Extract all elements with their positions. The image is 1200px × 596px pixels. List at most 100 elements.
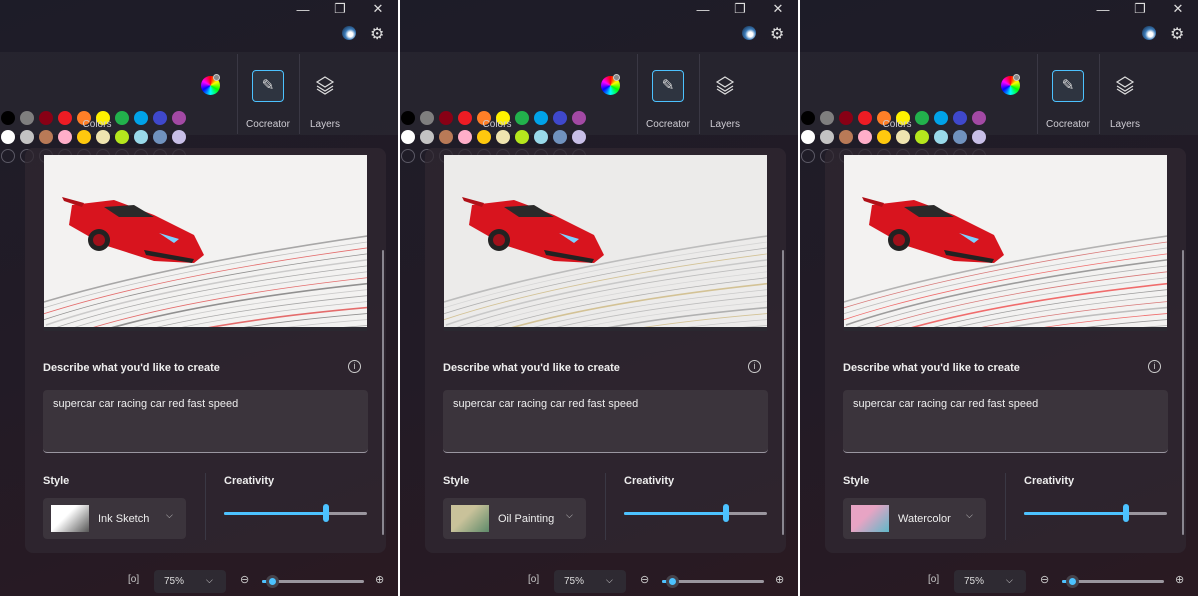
color-swatch[interactable] [115, 130, 129, 144]
color-swatch[interactable] [439, 111, 453, 125]
color-swatch[interactable] [58, 111, 72, 125]
color-swatch[interactable] [172, 111, 186, 125]
color-swatch[interactable] [515, 111, 529, 125]
pane-scrollbar[interactable] [782, 250, 784, 535]
zoom-out-icon[interactable]: ⊖ [1040, 573, 1049, 586]
zoom-in-icon[interactable]: ⊕ [775, 573, 784, 586]
color-swatch[interactable] [801, 130, 815, 144]
custom-color-slot[interactable] [801, 149, 815, 163]
close-button[interactable]: ✕ [768, 1, 788, 17]
color-swatch[interactable] [39, 111, 53, 125]
color-swatch[interactable] [534, 130, 548, 144]
fit-to-window-icon[interactable]: [o] [528, 574, 539, 585]
zoom-out-icon[interactable]: ⊖ [640, 573, 649, 586]
color-swatch[interactable] [858, 130, 872, 144]
account-avatar-icon[interactable] [342, 26, 356, 40]
color-swatch[interactable] [896, 130, 910, 144]
color-swatch[interactable] [1, 130, 15, 144]
zoom-in-icon[interactable]: ⊕ [1175, 573, 1184, 586]
color-swatch[interactable] [858, 111, 872, 125]
color-swatch[interactable] [401, 130, 415, 144]
generated-image[interactable] [444, 155, 767, 331]
pane-scrollbar[interactable] [1182, 250, 1184, 535]
color-swatch[interactable] [877, 130, 891, 144]
restore-button[interactable]: ❐ [730, 1, 750, 17]
info-icon[interactable]: i [748, 360, 761, 373]
color-swatch[interactable] [420, 111, 434, 125]
color-swatch[interactable] [496, 130, 510, 144]
settings-gear-icon[interactable]: ⚙ [770, 24, 784, 44]
restore-button[interactable]: ❐ [330, 1, 350, 17]
color-swatch[interactable] [115, 111, 129, 125]
style-dropdown[interactable]: Oil Painting ⌵ [443, 498, 586, 539]
color-swatch[interactable] [820, 111, 834, 125]
zoom-out-icon[interactable]: ⊖ [240, 573, 249, 586]
color-swatch[interactable] [534, 111, 548, 125]
layers-icon[interactable] [315, 75, 335, 95]
generated-image[interactable] [844, 155, 1167, 331]
color-swatch[interactable] [20, 111, 34, 125]
color-swatch[interactable] [77, 130, 91, 144]
color-swatch[interactable] [401, 111, 415, 125]
color-swatch[interactable] [477, 130, 491, 144]
cocreator-button[interactable]: ✎ [1052, 70, 1084, 102]
color-swatch[interactable] [420, 130, 434, 144]
style-dropdown[interactable]: Watercolor ⌵ [843, 498, 986, 539]
account-avatar-icon[interactable] [742, 26, 756, 40]
minimize-button[interactable]: — [1093, 2, 1113, 18]
color-swatch[interactable] [458, 130, 472, 144]
layers-label[interactable]: Layers [310, 119, 340, 130]
color-swatch[interactable] [134, 130, 148, 144]
color-swatch[interactable] [153, 130, 167, 144]
settings-gear-icon[interactable]: ⚙ [370, 24, 384, 44]
account-avatar-icon[interactable] [1142, 26, 1156, 40]
restore-button[interactable]: ❐ [1130, 1, 1150, 17]
zoom-dropdown[interactable]: 75% ⌵ [554, 570, 626, 593]
color-swatch[interactable] [953, 111, 967, 125]
style-dropdown[interactable]: Ink Sketch ⌵ [43, 498, 186, 539]
color-swatch[interactable] [134, 111, 148, 125]
close-button[interactable]: ✕ [368, 1, 388, 17]
zoom-dropdown[interactable]: 75% ⌵ [954, 570, 1026, 593]
color-swatch[interactable] [820, 130, 834, 144]
fit-to-window-icon[interactable]: [o] [928, 574, 939, 585]
color-swatch[interactable] [172, 130, 186, 144]
color-swatch[interactable] [839, 111, 853, 125]
color-swatch[interactable] [553, 130, 567, 144]
layers-icon[interactable] [1115, 75, 1135, 95]
layers-label[interactable]: Layers [710, 119, 740, 130]
color-swatch[interactable] [915, 111, 929, 125]
layers-icon[interactable] [715, 75, 735, 95]
color-swatch[interactable] [934, 111, 948, 125]
color-swatch[interactable] [953, 130, 967, 144]
settings-gear-icon[interactable]: ⚙ [1170, 24, 1184, 44]
color-swatch[interactable] [515, 130, 529, 144]
color-swatch[interactable] [972, 130, 986, 144]
info-icon[interactable]: i [348, 360, 361, 373]
zoom-dropdown[interactable]: 75% ⌵ [154, 570, 226, 593]
zoom-in-icon[interactable]: ⊕ [375, 573, 384, 586]
cocreator-button[interactable]: ✎ [652, 70, 684, 102]
color-swatch[interactable] [153, 111, 167, 125]
color-swatch[interactable] [1, 111, 15, 125]
color-swatch[interactable] [839, 130, 853, 144]
color-swatch[interactable] [572, 130, 586, 144]
info-icon[interactable]: i [1148, 360, 1161, 373]
color-swatch[interactable] [972, 111, 986, 125]
prompt-textarea[interactable]: supercar car racing car red fast speed [443, 390, 768, 453]
cocreator-button[interactable]: ✎ [252, 70, 284, 102]
color-swatch[interactable] [801, 111, 815, 125]
generated-image[interactable] [44, 155, 367, 331]
minimize-button[interactable]: — [293, 2, 313, 18]
color-swatch[interactable] [553, 111, 567, 125]
layers-label[interactable]: Layers [1110, 119, 1140, 130]
color-swatch[interactable] [934, 130, 948, 144]
color-swatch[interactable] [439, 130, 453, 144]
prompt-textarea[interactable]: supercar car racing car red fast speed [843, 390, 1168, 453]
color-swatch[interactable] [58, 130, 72, 144]
custom-color-slot[interactable] [401, 149, 415, 163]
prompt-textarea[interactable]: supercar car racing car red fast speed [43, 390, 368, 453]
color-swatch[interactable] [915, 130, 929, 144]
color-swatch[interactable] [96, 130, 110, 144]
color-swatch[interactable] [572, 111, 586, 125]
